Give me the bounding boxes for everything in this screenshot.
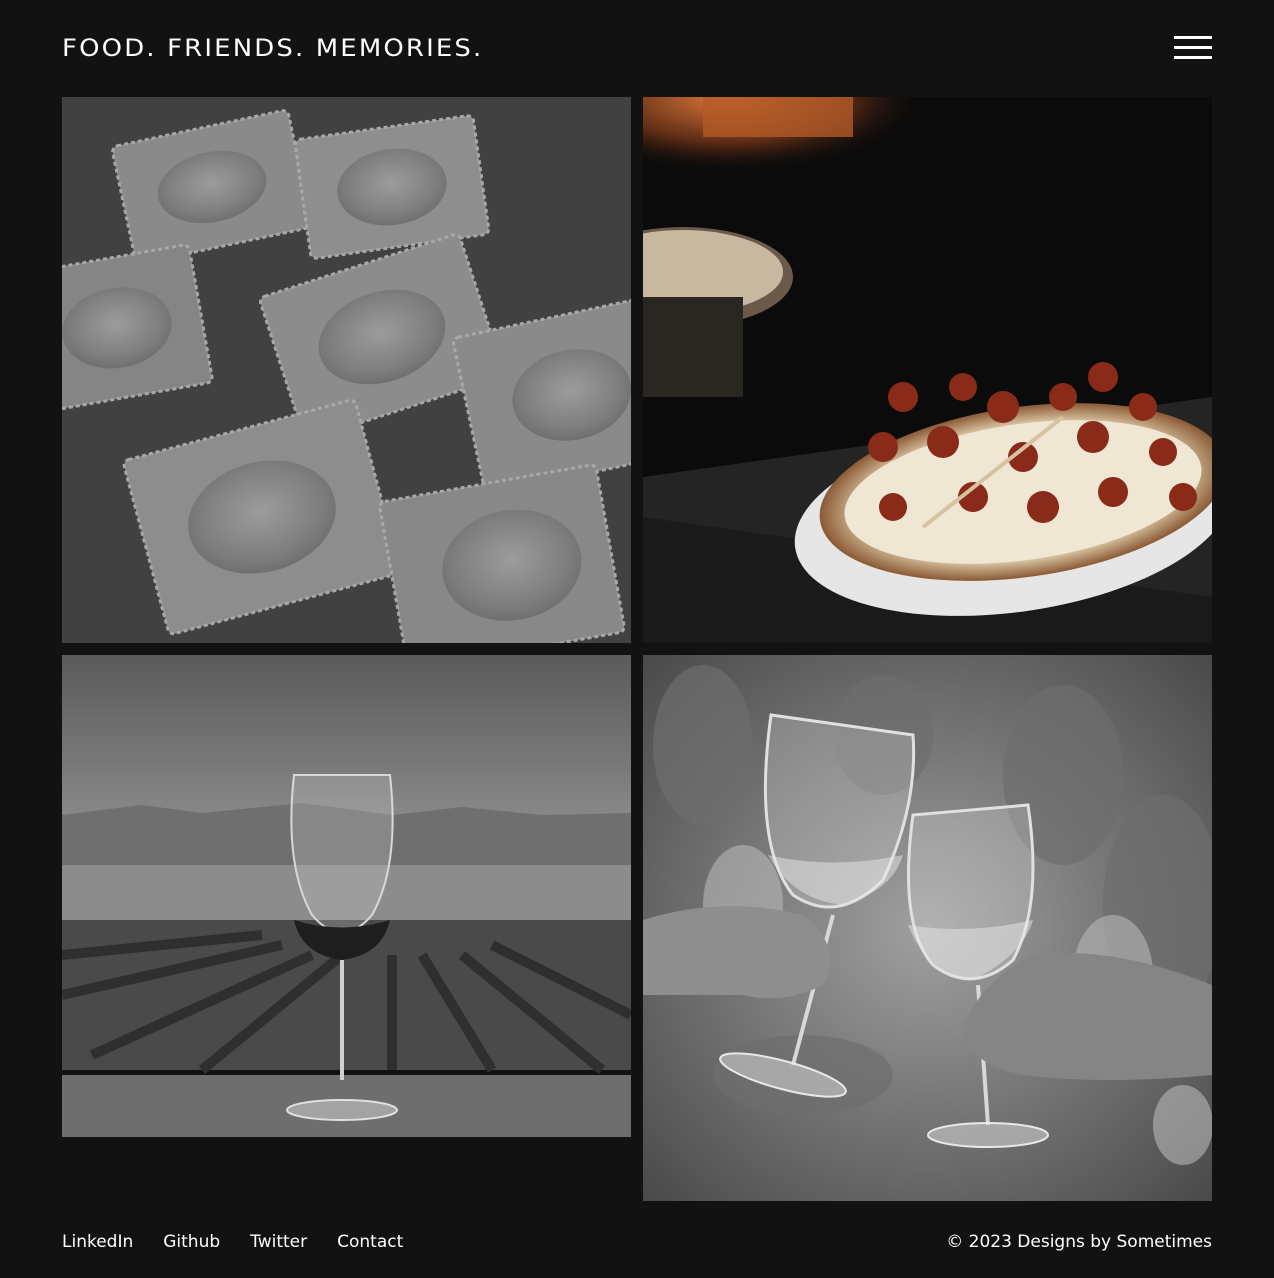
footer-link-linkedin[interactable]: LinkedIn (62, 1232, 133, 1252)
gallery-image-pizza[interactable] (643, 97, 1212, 643)
pizza-photo (643, 97, 1212, 643)
footer-link-contact[interactable]: Contact (337, 1232, 403, 1252)
site-title: FOOD. FRIENDS. MEMORIES. (62, 34, 484, 62)
site-header: FOOD. FRIENDS. MEMORIES. (62, 28, 1212, 68)
copyright-text: © 2023 Designs by Sometimes (946, 1232, 1212, 1252)
site-footer: LinkedIn Github Twitter Contact © 2023 D… (62, 1228, 1212, 1256)
menu-bar (1174, 56, 1212, 59)
footer-links: LinkedIn Github Twitter Contact (62, 1232, 403, 1252)
gallery-image-vineyard-wine[interactable] (62, 655, 631, 1201)
vineyard-wine-photo (62, 655, 631, 1201)
hamburger-menu-icon[interactable] (1174, 36, 1212, 60)
gallery-image-wine-toast[interactable] (643, 655, 1212, 1201)
ravioli-photo (62, 97, 631, 643)
wine-toast-photo (643, 655, 1212, 1201)
menu-bar (1174, 36, 1212, 39)
footer-link-twitter[interactable]: Twitter (250, 1232, 307, 1252)
gallery-image-ravioli[interactable] (62, 97, 631, 643)
menu-bar (1174, 46, 1212, 49)
footer-link-github[interactable]: Github (163, 1232, 220, 1252)
